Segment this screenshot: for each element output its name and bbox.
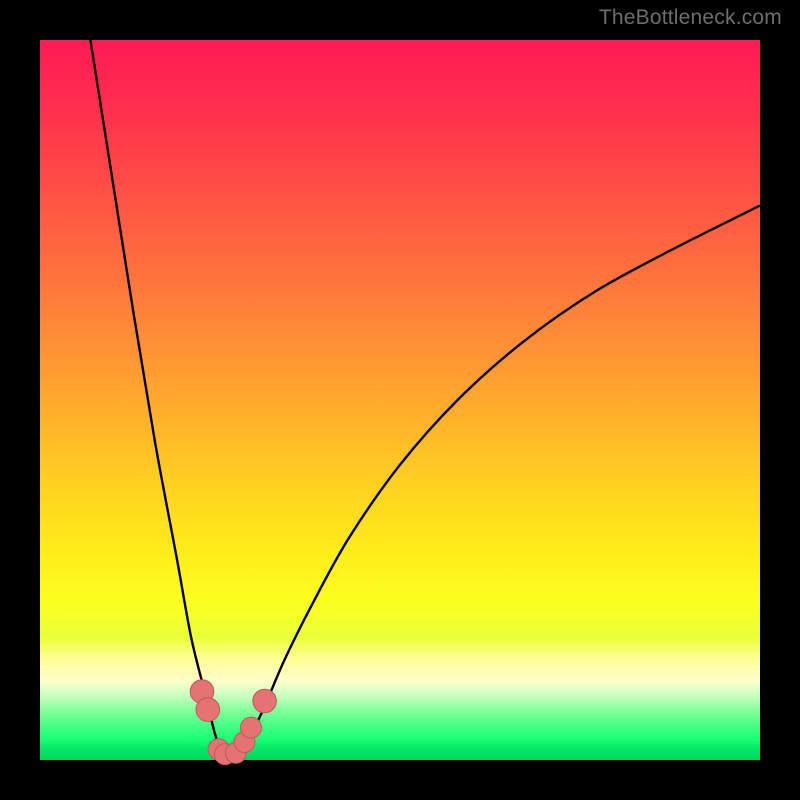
plot-area <box>40 40 760 760</box>
optimum-marker <box>196 698 220 722</box>
optimum-marker <box>241 717 262 738</box>
optimum-marker <box>253 689 277 713</box>
attribution-text: TheBottleneck.com <box>599 6 782 30</box>
bottleneck-curve <box>90 40 760 758</box>
chart-svg <box>40 40 760 760</box>
chart-frame: TheBottleneck.com <box>0 0 800 800</box>
optimum-markers <box>190 680 276 765</box>
